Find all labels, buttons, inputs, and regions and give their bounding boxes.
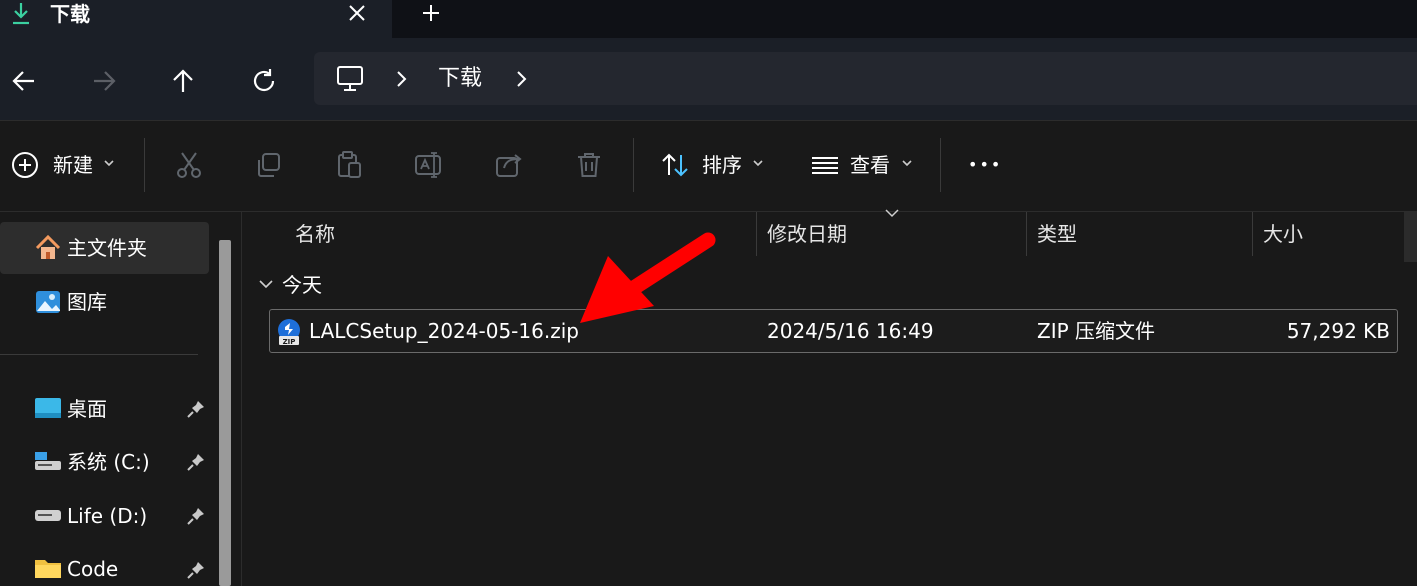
new-button-label[interactable]: 新建 <box>53 152 93 178</box>
home-icon <box>34 234 62 262</box>
folder-icon[interactable] <box>34 556 62 580</box>
refresh-button[interactable] <box>249 66 279 96</box>
new-tab-button[interactable] <box>420 2 442 24</box>
forward-arrow-icon <box>94 71 116 91</box>
sort-icon <box>662 153 688 177</box>
back-button[interactable] <box>9 66 39 96</box>
sidebar-item-label[interactable]: 图库 <box>67 289 107 315</box>
list-view-icon <box>812 157 838 174</box>
breadcrumb-downloads[interactable]: 下载 <box>438 64 482 94</box>
sidebar-item-label[interactable]: 桌面 <box>67 396 107 422</box>
trash-icon <box>578 153 600 177</box>
refresh-icon <box>253 69 275 92</box>
tab-title: 下载 <box>50 2 90 26</box>
copy-button[interactable] <box>254 150 284 180</box>
chevron-down-icon[interactable] <box>901 158 913 168</box>
file-size: 57,292 KB <box>1286 319 1390 343</box>
column-header-size[interactable]: 大小 <box>1263 221 1303 247</box>
clipboard-icon <box>338 151 361 178</box>
drive-icon[interactable] <box>34 449 62 473</box>
file-name[interactable]: LALCSetup_2024-05-16.zip <box>309 318 579 344</box>
list-scrollbar[interactable] <box>1404 212 1417 262</box>
group-header-today[interactable]: 今天 <box>282 272 322 298</box>
sidebar-divider <box>0 354 198 355</box>
paste-button[interactable] <box>334 150 364 180</box>
share-icon <box>496 154 522 177</box>
pin-icon[interactable] <box>186 506 206 526</box>
chevron-down-icon[interactable] <box>752 158 764 168</box>
more-options-button[interactable]: ••• <box>968 150 1002 180</box>
breadcrumb-chevron-icon[interactable] <box>514 69 528 89</box>
view-button-label[interactable]: 查看 <box>850 152 890 178</box>
column-divider[interactable] <box>1252 212 1253 256</box>
sort-descending-icon <box>884 208 900 218</box>
delete-button[interactable] <box>574 150 604 180</box>
chevron-down-icon[interactable] <box>103 158 115 168</box>
download-icon <box>10 1 32 27</box>
scissors-icon <box>177 152 201 178</box>
back-arrow-icon <box>12 71 34 91</box>
file-type: ZIP 压缩文件 <box>1037 319 1156 343</box>
rename-button[interactable] <box>414 150 446 180</box>
svg-text:ZIP: ZIP <box>283 338 296 346</box>
pin-icon[interactable] <box>186 399 206 419</box>
file-modified: 2024/5/16 16:49 <box>767 319 934 343</box>
rename-icon <box>415 152 441 178</box>
pane-divider[interactable] <box>241 212 242 586</box>
zip-file-icon: ZIP <box>276 318 302 346</box>
pin-icon[interactable] <box>186 560 206 580</box>
column-header-modified[interactable]: 修改日期 <box>767 221 847 247</box>
view-button[interactable] <box>810 150 840 180</box>
up-button[interactable] <box>168 66 198 96</box>
column-divider[interactable] <box>1026 212 1027 256</box>
sidebar-item-label[interactable]: 系统 (C:) <box>67 449 150 475</box>
sort-button-label[interactable]: 排序 <box>702 152 742 178</box>
annotation-arrow <box>560 228 720 333</box>
breadcrumb-chevron-icon[interactable] <box>394 69 408 89</box>
this-pc-icon[interactable] <box>336 64 364 94</box>
new-button[interactable] <box>10 150 40 180</box>
up-arrow-icon <box>173 69 193 92</box>
toolbar-divider <box>633 138 634 192</box>
cut-button[interactable] <box>174 150 204 180</box>
sort-button[interactable] <box>660 150 690 180</box>
forward-button[interactable] <box>89 66 119 96</box>
sidebar-item-label[interactable]: Life (D:) <box>67 503 147 529</box>
column-header-name[interactable]: 名称 <box>295 221 335 247</box>
pin-icon[interactable] <box>186 452 206 472</box>
sidebar-item-label[interactable]: 主文件夹 <box>67 235 147 261</box>
toolbar-divider <box>144 138 145 192</box>
column-divider[interactable] <box>756 212 757 256</box>
gallery-icon[interactable] <box>34 288 62 316</box>
share-button[interactable] <box>494 150 524 180</box>
drive-icon[interactable] <box>34 503 62 527</box>
close-tab-button[interactable] <box>346 2 368 24</box>
chevron-down-icon[interactable] <box>258 278 274 290</box>
sidebar-item-label[interactable]: Code <box>67 556 118 582</box>
desktop-icon[interactable] <box>34 397 62 421</box>
add-circle-icon <box>12 152 38 178</box>
copy-icon <box>258 153 280 177</box>
toolbar-divider <box>940 138 941 192</box>
column-header-type[interactable]: 类型 <box>1037 221 1077 247</box>
sidebar-scrollbar[interactable] <box>219 240 231 586</box>
